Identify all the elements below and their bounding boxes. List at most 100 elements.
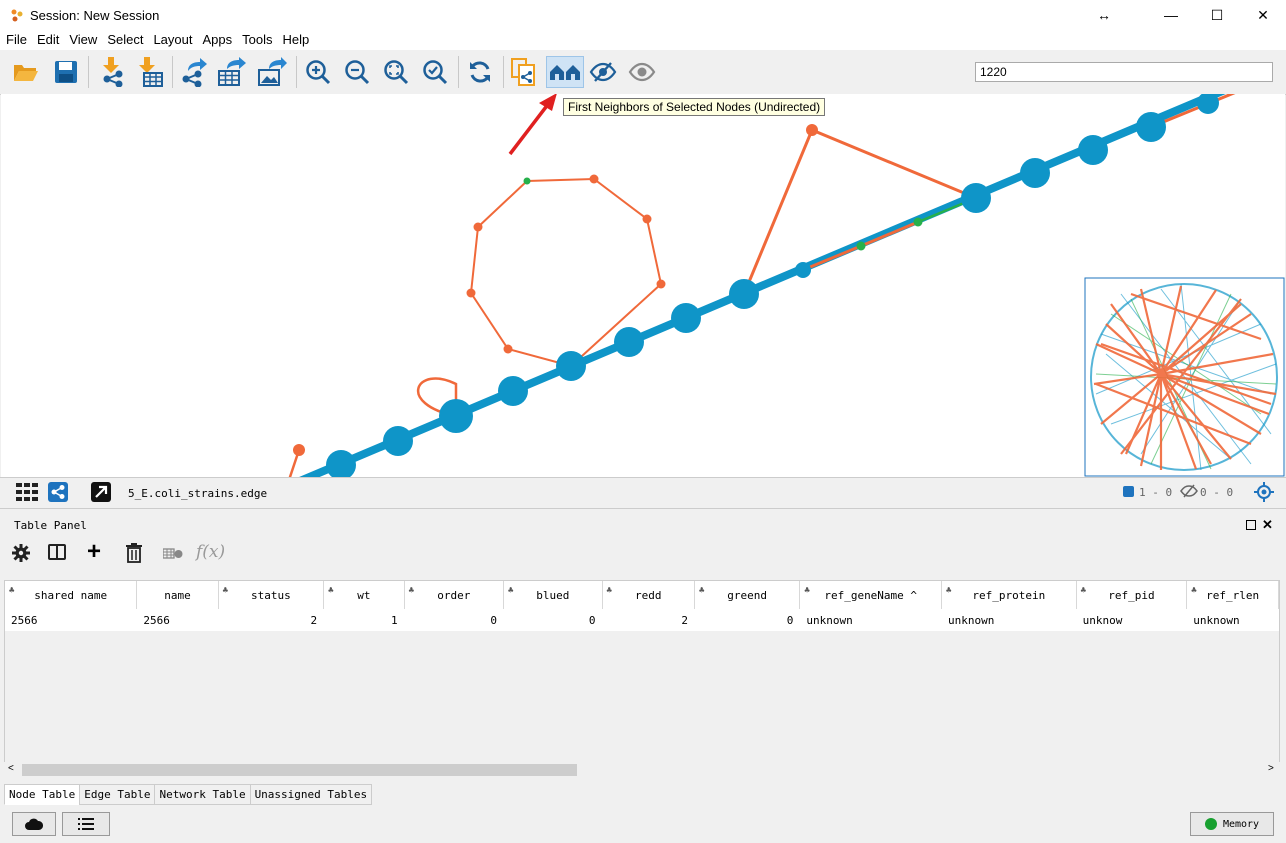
column-header[interactable]: ♣ ref_pid <box>1076 581 1188 609</box>
node[interactable] <box>795 262 811 278</box>
resize-icon[interactable]: ↔ <box>1081 0 1127 30</box>
node[interactable] <box>523 177 531 185</box>
gear-icon[interactable] <box>12 544 30 567</box>
node[interactable] <box>293 444 305 456</box>
task-list-button[interactable] <box>62 812 110 836</box>
node[interactable] <box>498 376 528 406</box>
minimize-button[interactable]: — <box>1148 0 1194 30</box>
search-input[interactable] <box>975 62 1273 82</box>
table-cell[interactable]: unknown <box>799 609 942 631</box>
node[interactable] <box>729 279 759 309</box>
node[interactable] <box>556 351 586 381</box>
tab-unassigned-tables[interactable]: Unassigned Tables <box>249 784 373 805</box>
table-row[interactable]: 2566 2566 2 1 0 0 2 0 unknown unknown un… <box>5 609 1279 631</box>
column-header[interactable]: ♣ greend <box>694 581 801 609</box>
menu-edit[interactable]: Edit <box>31 30 63 47</box>
scroll-thumb[interactable] <box>22 764 577 776</box>
menu-apps[interactable]: Apps <box>197 30 237 47</box>
column-header[interactable]: ♣ ref_protein <box>941 581 1077 609</box>
node[interactable] <box>1020 158 1050 188</box>
node[interactable] <box>439 399 473 433</box>
network-view-icon[interactable] <box>48 482 68 502</box>
node[interactable] <box>856 241 866 251</box>
column-header[interactable]: ♣ ref_geneName ^ <box>799 581 942 609</box>
column-header[interactable]: ♣ order <box>404 581 505 609</box>
zoom-selected-icon[interactable] <box>419 56 451 88</box>
menu-layout[interactable]: Layout <box>147 30 196 47</box>
float-panel-icon[interactable] <box>1246 520 1256 530</box>
node[interactable] <box>1136 112 1166 142</box>
node[interactable] <box>383 426 413 456</box>
tab-node-table[interactable]: Node Table <box>4 784 81 805</box>
table-cell[interactable]: 2 <box>218 609 325 631</box>
node[interactable] <box>1078 135 1108 165</box>
column-header[interactable]: ♣ redd <box>602 581 695 609</box>
node[interactable] <box>961 183 991 213</box>
save-session-icon[interactable] <box>50 56 82 88</box>
cloud-button[interactable] <box>12 812 56 836</box>
tab-network-table[interactable]: Network Table <box>154 784 251 805</box>
menu-select[interactable]: Select <box>101 30 147 47</box>
column-header[interactable]: ♣ status <box>218 581 325 609</box>
menu-tools[interactable]: Tools <box>236 30 276 47</box>
zoom-in-icon[interactable] <box>302 56 334 88</box>
export-network-icon[interactable] <box>178 56 210 88</box>
map-table-icon[interactable] <box>162 547 183 565</box>
table-cell[interactable]: 0 <box>503 609 603 631</box>
column-header[interactable]: ♣ wt <box>323 581 405 609</box>
delete-icon[interactable] <box>126 543 142 568</box>
node[interactable] <box>326 450 356 477</box>
table-cell[interactable]: 1 <box>323 609 405 631</box>
node[interactable] <box>503 344 513 354</box>
tab-edge-table[interactable]: Edge Table <box>79 784 156 805</box>
table-cell[interactable]: 2 <box>602 609 695 631</box>
add-column-icon[interactable]: + <box>87 540 101 564</box>
menu-file[interactable]: File <box>0 30 31 47</box>
table-cell[interactable]: 2566 <box>136 609 219 631</box>
zoom-fit-icon[interactable] <box>380 56 412 88</box>
table-cell[interactable]: 0 <box>404 609 505 631</box>
network-canvas[interactable] <box>1 94 1285 477</box>
new-network-from-selection-icon[interactable] <box>508 56 540 88</box>
zoom-out-icon[interactable] <box>341 56 373 88</box>
detach-view-icon[interactable] <box>91 482 111 502</box>
overview-panel[interactable] <box>1084 277 1285 477</box>
hide-selected-icon[interactable] <box>587 56 619 88</box>
table-cell[interactable]: unknown <box>1186 609 1279 631</box>
node[interactable] <box>806 124 818 136</box>
scroll-right-icon[interactable]: > <box>1268 763 1274 774</box>
network-graph[interactable] <box>1 94 1285 477</box>
table-cell[interactable]: 2566 <box>5 609 138 631</box>
memory-button[interactable]: Memory <box>1190 812 1274 836</box>
refresh-icon[interactable] <box>464 56 496 88</box>
column-header[interactable]: ♣ shared name <box>5 581 138 609</box>
node[interactable] <box>656 279 666 289</box>
function-builder-icon[interactable]: f(x) <box>196 542 225 562</box>
column-header[interactable]: ♣ ref_rlen <box>1186 581 1279 609</box>
export-table-icon[interactable] <box>216 56 248 88</box>
import-table-icon[interactable] <box>134 56 166 88</box>
column-header[interactable]: ♣ blued <box>503 581 603 609</box>
import-network-icon[interactable] <box>96 56 128 88</box>
columns-icon[interactable] <box>48 544 66 560</box>
show-all-icon[interactable] <box>626 56 658 88</box>
node[interactable] <box>671 303 701 333</box>
node[interactable] <box>642 214 652 224</box>
scroll-left-icon[interactable]: < <box>8 763 14 774</box>
node[interactable] <box>466 288 476 298</box>
node[interactable] <box>913 217 923 227</box>
close-button[interactable]: ✕ <box>1240 0 1286 30</box>
menu-view[interactable]: View <box>63 30 101 47</box>
column-header[interactable]: name <box>136 581 219 609</box>
open-session-icon[interactable] <box>10 56 42 88</box>
node[interactable] <box>473 222 483 232</box>
node[interactable] <box>589 174 599 184</box>
table-cell[interactable]: unknown <box>941 609 1077 631</box>
close-panel-icon[interactable]: ✕ <box>1262 517 1273 533</box>
navigate-icon[interactable] <box>1254 482 1274 507</box>
horizontal-scrollbar[interactable]: < > <box>4 762 1280 778</box>
export-image-icon[interactable] <box>256 56 288 88</box>
first-neighbors-icon[interactable] <box>546 56 584 88</box>
table-cell[interactable]: unknow <box>1076 609 1188 631</box>
grid-view-icon[interactable] <box>16 483 38 506</box>
